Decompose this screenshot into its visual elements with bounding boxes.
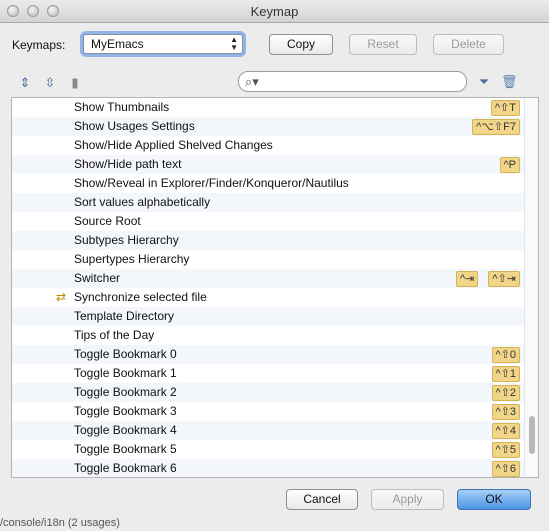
list-item-label: Show Usages Settings <box>74 119 195 133</box>
clear-filter-icon[interactable]: 🗑 <box>501 74 518 90</box>
shortcut-group: ^⇧2 <box>491 385 520 401</box>
list-item-label: Toggle Bookmark 5 <box>74 442 177 456</box>
title-bar: Keymap <box>0 0 549 23</box>
list-item[interactable]: Show/Reveal in Explorer/Finder/Konqueror… <box>12 174 526 193</box>
list-item-label: Show/Reveal in Explorer/Finder/Konqueror… <box>74 176 349 190</box>
shortcut-group: ^⇧3 <box>491 404 520 420</box>
list-item-label: Synchronize selected file <box>74 290 207 304</box>
shortcut-badge: ^⇧6 <box>491 461 520 477</box>
list-item-label: Toggle Bookmark 6 <box>74 461 177 475</box>
shortcut-badge: ^P <box>499 157 520 173</box>
filter-icon[interactable]: ⏷ <box>476 74 492 90</box>
search-icon: ⌕▾ <box>245 74 259 89</box>
delete-button[interactable]: Delete <box>433 34 504 55</box>
edit-shortcut-icon[interactable]: ▮ <box>67 75 83 91</box>
list-item[interactable]: Toggle Bookmark 5 ^⇧5 <box>12 440 526 459</box>
shortcut-badge: ^⇧0 <box>491 347 520 363</box>
shortcut-group: ^⇧T <box>490 100 520 116</box>
shortcut-badge: ^⇧5 <box>491 442 520 458</box>
list-item[interactable]: Show/Hide Applied Shelved Changes <box>12 136 526 155</box>
list-item[interactable]: Toggle Bookmark 0 ^⇧0 <box>12 345 526 364</box>
list-item[interactable]: Show Thumbnails ^⇧T <box>12 98 526 117</box>
list-item-label: Toggle Bookmark 0 <box>74 347 177 361</box>
shortcut-badge: ^⇧4 <box>491 423 520 439</box>
list-item[interactable]: Switcher ^⇥ ^⇧⇥ <box>12 269 526 288</box>
window-title: Keymap <box>250 4 299 19</box>
shortcut-badge: ^⇧3 <box>491 404 520 420</box>
list-item-label: Show/Hide path text <box>74 157 182 171</box>
list-item[interactable]: Template Directory <box>12 307 526 326</box>
expand-all-icon[interactable]: ⇕ <box>17 75 33 91</box>
list-item[interactable]: Sort values alphabetically <box>12 193 526 212</box>
shortcut-badge: ^⇧1 <box>491 366 520 382</box>
keymaps-label: Keymaps: <box>12 38 66 52</box>
list-item-label: Source Root <box>74 214 141 228</box>
list-item-label: Sort values alphabetically <box>74 195 211 209</box>
shortcut-group: ^P <box>499 157 520 173</box>
select-arrows-icon: ▲ ▼ <box>230 35 238 52</box>
list-item-label: Show/Hide Applied Shelved Changes <box>74 138 273 152</box>
apply-button[interactable]: Apply <box>371 489 444 510</box>
shortcut-badge: ^⇧⇥ <box>488 271 520 287</box>
list-item-label: Switcher <box>74 271 121 285</box>
reset-button[interactable]: Reset <box>349 34 417 55</box>
list-item[interactable]: Tips of the Day <box>12 326 526 345</box>
shortcut-badge: ^⌥⇧F7 <box>472 119 520 135</box>
sync-icon: ⇄ <box>56 290 67 304</box>
cancel-button[interactable]: Cancel <box>286 489 358 510</box>
shortcut-group: ^⇧1 <box>491 366 520 382</box>
shortcut-group: ^⌥⇧F7 <box>472 119 520 135</box>
shortcut-group: ^⇧4 <box>491 423 520 439</box>
actions-rows: Show Thumbnails ^⇧T Show Usages Settings ^⌥… <box>12 98 526 477</box>
list-item[interactable]: Source Root <box>12 212 526 231</box>
copy-button[interactable]: Copy <box>269 34 333 55</box>
list-item-label: Show Thumbnails <box>74 100 170 114</box>
list-item-label: Toggle Bookmark 2 <box>74 385 177 399</box>
vertical-scrollbar[interactable] <box>524 98 538 477</box>
list-item[interactable]: ⇄ Synchronize selected file <box>12 288 526 307</box>
list-item[interactable]: Show Usages Settings ^⌥⇧F7 <box>12 117 526 136</box>
list-item[interactable]: Toggle Bookmark 3 ^⇧3 <box>12 402 526 421</box>
list-item[interactable]: Show/Hide path text ^P <box>12 155 526 174</box>
list-item[interactable]: Toggle Bookmark 1 ^⇧1 <box>12 364 526 383</box>
collapse-all-icon[interactable]: ⇳ <box>42 75 58 91</box>
list-item-label: Toggle Bookmark 4 <box>74 423 177 437</box>
keymap-window: Keymap Keymaps: MyEmacs ▲ ▼ Copy Reset De… <box>0 0 549 531</box>
shortcut-group: ^⇧6 <box>491 461 520 477</box>
ok-button[interactable]: OK <box>457 489 531 510</box>
list-item[interactable]: Toggle Bookmark 2 ^⇧2 <box>12 383 526 402</box>
search-input[interactable]: ⌕▾ <box>238 71 467 92</box>
list-item-label: Subtypes Hierarchy <box>74 233 179 247</box>
keymaps-select[interactable]: MyEmacs ▲ ▼ <box>83 34 243 54</box>
keymaps-selected-value: MyEmacs <box>91 37 144 51</box>
shortcut-badge: ^⇧2 <box>491 385 520 401</box>
list-item-label: Toggle Bookmark 3 <box>74 404 177 418</box>
list-item-label: Toggle Bookmark 1 <box>74 366 177 380</box>
list-item[interactable]: Toggle Bookmark 4 ^⇧4 <box>12 421 526 440</box>
list-item-label: Template Directory <box>74 309 175 323</box>
scrollbar-thumb[interactable] <box>529 416 535 454</box>
shortcut-group: ^⇥ ^⇧⇥ <box>456 271 520 287</box>
background-editor-text: /console/i18n (2 usages) <box>0 517 120 529</box>
shortcut-group: ^⇧5 <box>491 442 520 458</box>
list-item-label: Supertypes Hierarchy <box>74 252 190 266</box>
list-item-label: Tips of the Day <box>74 328 155 342</box>
list-item[interactable]: Toggle Bookmark 6 ^⇧6 <box>12 459 526 477</box>
list-item[interactable]: Supertypes Hierarchy <box>12 250 526 269</box>
shortcut-badge: ^⇥ <box>456 271 479 287</box>
shortcut-badge: ^⇧T <box>490 100 520 116</box>
actions-list[interactable]: Show Thumbnails ^⇧T Show Usages Settings ^⌥… <box>11 97 539 478</box>
shortcut-group: ^⇧0 <box>491 347 520 363</box>
list-item[interactable]: Subtypes Hierarchy <box>12 231 526 250</box>
